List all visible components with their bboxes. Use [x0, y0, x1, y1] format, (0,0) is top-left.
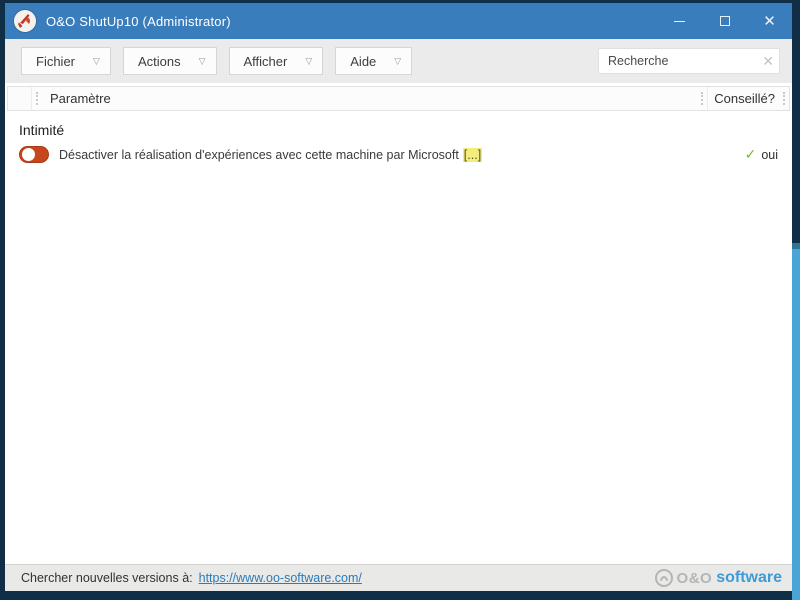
column-resize-grip[interactable]: [36, 92, 38, 105]
check-icon: ✓: [744, 146, 757, 162]
minimize-button[interactable]: [657, 3, 702, 39]
minimize-icon: [674, 20, 685, 22]
setting-label-text: Désactiver la réalisation d'expériences …: [59, 147, 459, 162]
chevron-down-icon: ▽: [93, 55, 100, 66]
settings-list: Intimité Désactiver la réalisation d'exp…: [5, 111, 792, 564]
column-header-parametre-label: Paramètre: [50, 91, 111, 106]
title-bar: O&O ShutUp10 (Administrator) ✕: [5, 3, 792, 39]
setting-label: Désactiver la réalisation d'expériences …: [59, 147, 483, 162]
recommended-value: oui: [761, 147, 778, 162]
menu-aide-label: Aide: [350, 53, 377, 69]
column-resize-grip[interactable]: [701, 92, 704, 105]
search-box: ✕: [598, 48, 780, 74]
column-header-conseille[interactable]: Conseillé?: [707, 87, 779, 110]
column-header-conseille-label: Conseillé?: [714, 91, 775, 106]
toggle-knob: [22, 148, 35, 161]
brand-software-text: software: [716, 569, 782, 586]
menu-afficher-label: Afficher: [243, 53, 288, 69]
background-window-edge: [792, 243, 800, 600]
menu-actions[interactable]: Actions ▽: [122, 47, 217, 75]
chevron-down-icon: ▽: [394, 55, 402, 66]
menu-fichier-label: Fichier: [36, 53, 76, 69]
setting-row: Désactiver la réalisation d'expériences …: [19, 146, 778, 163]
chevron-down-icon: ▽: [198, 55, 206, 66]
maximize-icon: [719, 16, 730, 26]
setting-label-highlight[interactable]: [...]: [462, 147, 483, 162]
window-frame: O&O ShutUp10 (Administrator) ✕ Fichier ▽…: [0, 0, 800, 600]
window-title: O&O ShutUp10 (Administrator): [46, 13, 231, 29]
brand-logo: O&O software: [654, 568, 782, 588]
chevron-down-icon: ▽: [305, 55, 313, 66]
menu-actions-label: Actions: [137, 53, 181, 69]
close-button[interactable]: ✕: [747, 3, 792, 39]
search-clear-icon[interactable]: ✕: [762, 54, 774, 68]
menu-bar: Fichier ▽ Actions ▽ Afficher ▽ Aide ▽ ✕: [5, 39, 792, 83]
menu-afficher[interactable]: Afficher ▽: [228, 47, 324, 75]
menu-fichier[interactable]: Fichier ▽: [21, 47, 111, 75]
section-title: Intimité: [19, 122, 65, 138]
recommended-cell: ✓ oui: [745, 146, 778, 163]
menu-aide[interactable]: Aide ▽: [335, 47, 413, 75]
column-resize-grip[interactable]: [783, 92, 785, 105]
app-window: O&O ShutUp10 (Administrator) ✕ Fichier ▽…: [5, 3, 792, 591]
app-logo-icon: [14, 10, 36, 32]
brand-oo-text: O&O: [676, 569, 713, 587]
status-bar: Chercher nouvelles versions à: https://w…: [5, 564, 792, 591]
setting-toggle[interactable]: [19, 146, 49, 163]
close-icon: ✕: [763, 12, 776, 30]
maximize-button[interactable]: [702, 3, 747, 39]
header-spacer-cell[interactable]: [8, 87, 32, 110]
table-header: Paramètre Conseillé?: [7, 86, 790, 111]
column-header-parametre[interactable]: Paramètre: [42, 87, 697, 110]
oo-logo-icon: [654, 569, 673, 587]
search-input[interactable]: [598, 48, 780, 74]
update-check-text: Chercher nouvelles versions à:: [21, 571, 193, 585]
update-link[interactable]: https://www.oo-software.com/: [199, 571, 362, 585]
window-controls: ✕: [657, 3, 792, 39]
